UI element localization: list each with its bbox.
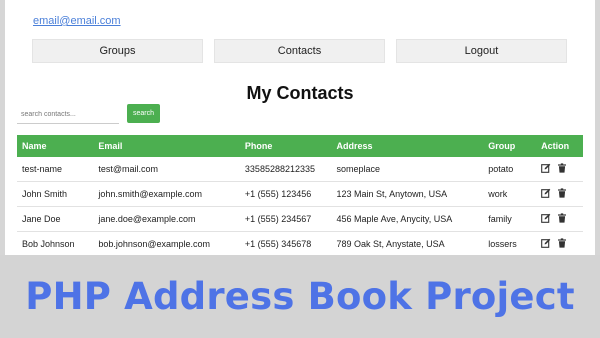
trash-icon[interactable] [557,188,567,198]
column-header-email: Email [93,135,240,157]
banner-title: PHP Address Book Project [25,275,575,318]
page-title: My Contacts [246,83,354,103]
trash-icon[interactable] [557,238,567,248]
cell-address: 123 Main St, Anytown, USA [331,181,484,207]
cell-name: Jane Doe [17,206,94,232]
column-header-name: Name [17,135,94,157]
cell-address: someplace [331,157,484,182]
edit-icon[interactable] [541,163,551,173]
cell-email: jane.doe@example.com [93,206,240,232]
table-row: John Smith john.smith@example.com +1 (55… [17,181,583,207]
trash-icon[interactable] [557,163,567,173]
table-row: Jane Doe jane.doe@example.com +1 (555) 2… [17,206,583,232]
cell-action [536,181,583,207]
cell-address: 789 Oak St, Anystate, USA [331,231,484,257]
cell-name: John Smith [17,181,94,207]
cell-action [536,206,583,232]
cell-phone: +1 (555) 234567 [239,206,332,232]
cell-name: Bob Johnson [17,231,94,257]
cell-address: 456 Maple Ave, Anycity, USA [331,206,484,232]
table-row: Bob Johnson bob.johnson@example.com +1 (… [17,231,583,257]
contacts-table: Name Email Phone Address Group Action te… [17,135,583,257]
edit-icon[interactable] [541,238,551,248]
column-header-action: Action [536,135,583,157]
cell-phone: +1 (555) 123456 [239,181,332,207]
cell-action [536,231,583,257]
table-header-row: Name Email Phone Address Group Action [17,135,583,157]
cell-email: john.smith@example.com [93,181,240,207]
edit-icon[interactable] [541,188,551,198]
user-email-link[interactable]: email@email.com [33,15,121,27]
cell-action [536,157,583,182]
cell-phone: +1 (555) 345678 [239,231,332,257]
cell-group: potato [483,157,537,182]
cell-group: family [483,206,537,232]
edit-icon[interactable] [541,213,551,223]
trash-icon[interactable] [557,213,567,223]
nav-logout-button[interactable]: Logout [396,39,567,63]
column-header-address: Address [331,135,484,157]
column-header-phone: Phone [239,135,332,157]
search-button[interactable]: search [127,104,160,123]
cell-group: lossers [483,231,537,257]
table-row: test-name test@mail.com 33585288212335 s… [17,157,583,182]
cell-email: test@mail.com [93,157,240,182]
nav-groups-button[interactable]: Groups [32,39,203,63]
cell-phone: 33585288212335 [239,157,332,182]
search-input[interactable] [17,106,119,124]
nav-contacts-button[interactable]: Contacts [214,39,385,63]
top-nav: Groups Contacts Logout [32,39,567,63]
column-header-group: Group [483,135,537,157]
page: email@email.com Groups Contacts Logout M… [0,0,600,338]
cell-group: work [483,181,537,207]
title-banner: PHP Address Book Project [0,255,600,338]
cell-email: bob.johnson@example.com [93,231,240,257]
cell-name: test-name [17,157,94,182]
